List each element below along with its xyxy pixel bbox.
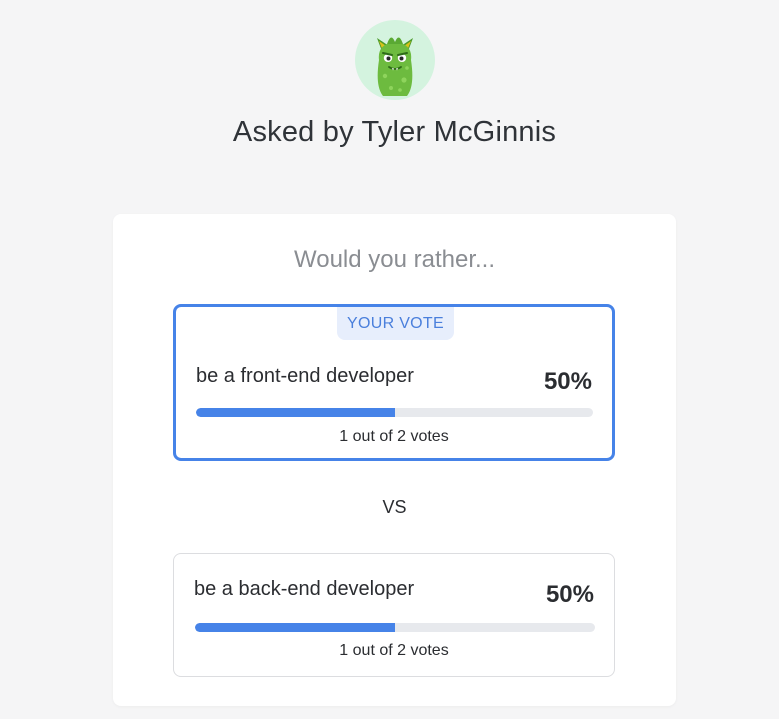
progress-fill (196, 408, 395, 417)
asked-by-heading: Asked by Tyler McGinnis (232, 116, 557, 148)
poll-card: Would you rather... YOUR VOTE be a front… (113, 214, 676, 706)
poll-option-front-end: YOUR VOTE be a front-end developer 50% 1… (173, 304, 615, 461)
your-vote-badge: YOUR VOTE (337, 307, 454, 340)
option-percent: 50% (545, 581, 594, 608)
green-monster-icon (377, 37, 413, 96)
progress-fill (195, 623, 395, 632)
option-percent: 50% (543, 368, 592, 395)
progress-bar (196, 408, 593, 417)
option-text: be a front-end developer (196, 365, 414, 387)
poll-option-back-end: be a back-end developer 50% 1 out of 2 v… (173, 553, 615, 677)
author-avatar (355, 20, 435, 100)
vs-separator: VS (382, 497, 407, 517)
vote-count: 1 out of 2 votes (339, 428, 449, 445)
option-text: be a back-end developer (194, 578, 415, 600)
progress-bar (195, 623, 595, 632)
poll-question: Would you rather... (294, 246, 495, 273)
vote-count: 1 out of 2 votes (339, 642, 449, 659)
